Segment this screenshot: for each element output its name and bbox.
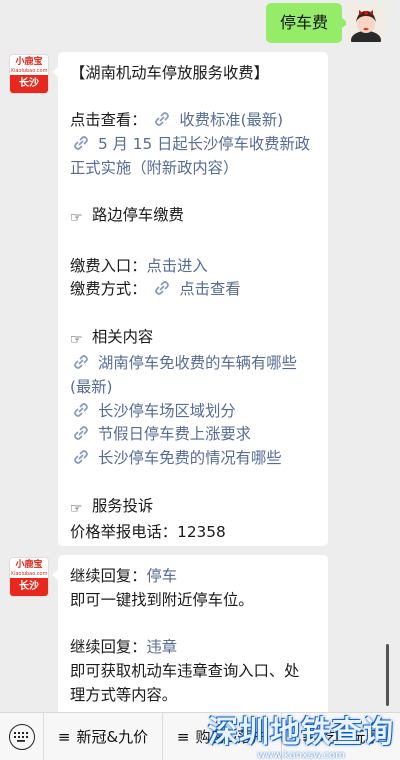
menu-list-icon: ≡ [176,727,190,746]
avatar-brand: 小鹿宝 [15,57,43,67]
scrollbar[interactable] [386,644,389,706]
pay-entry-link[interactable]: 点击进入 [147,257,208,275]
menu-item-label: 新冠&九价 [76,728,149,746]
avatar-city: 长沙 [10,75,48,93]
pay-entry-label: 缴费入口： [70,256,147,275]
menu-item-label: 吃喝玩乐 [320,728,381,746]
menu-item-label: 购房&落户 [195,728,268,746]
click-view-label: 点击查看： [70,111,147,130]
pointing-hand-icon: ☞ [70,210,83,227]
avatar-city: 长沙 [10,578,48,596]
account-avatar[interactable]: 小鹿宝 Xiaolubao.com 长沙 [9,557,49,597]
reply1-desc: 即可一键找到附近停车位。 [70,590,254,609]
menu-list-icon: ≡ [301,727,315,746]
bottom-menu-bar: ≡ 新冠&九价 ≡ 购房&落户 ≡ 吃喝玩乐 [0,712,400,760]
user-message-row: 停车费 [0,2,400,46]
fee-info-message: 【湖南机动车停放服务收费】 点击查看： 收费标准(最新) 5 月 15 日起长沙… [52,52,328,546]
keyboard-icon [8,723,35,750]
reply2-keyword[interactable]: 违章 [147,638,178,656]
keyboard-toggle-button[interactable] [0,712,44,760]
avatar-domain: Xiaolubao.com [10,68,48,74]
related-link-1[interactable]: 湖南停车免收费的车辆有哪些 [70,352,316,376]
reply2-label: 继续回复： [70,638,147,657]
menu-item-entertainment[interactable]: ≡ 吃喝玩乐 [282,713,400,760]
pointing-hand-icon: ☞ [70,331,83,348]
related-link-4[interactable]: 长沙停车免费的情况有哪些 [70,447,316,471]
hotline-label: 价格举报电话： [70,523,178,542]
pay-method-label: 缴费方式： [70,280,147,299]
message-title: 【湖南机动车停放服务收费】 [70,64,269,82]
related-link-3[interactable]: 节假日停车费上涨要求 [70,423,316,447]
account-avatar[interactable]: 小鹿宝 Xiaolubao.com 长沙 [9,54,49,94]
section-roadside: 路边停车缴费 [92,206,184,225]
reply2-desc: 即可获取机动车违章查询入口、处 [70,661,300,680]
menu-item-housing[interactable]: ≡ 购房&落户 [163,712,282,760]
user-message-bubble[interactable]: 停车费 [265,3,349,43]
hotline-number[interactable]: 12358 [177,523,226,541]
reply1-keyword[interactable]: 停车 [147,567,178,585]
related-link-1-cont[interactable]: (最新) [70,376,316,400]
link-icon [74,450,88,465]
link-fee-standard[interactable]: 收费标准(最新) [151,111,283,129]
link-icon [74,426,88,441]
menu-item-vaccine[interactable]: ≡ 新冠&九价 [44,712,163,760]
link-may15[interactable]: 5 月 15 日起长沙停车收费新政 [70,133,316,157]
link-icon [74,355,88,370]
section-related: 相关内容 [92,327,154,346]
avatar-domain: Xiaolubao.com [10,571,48,577]
section-complaint: 服务投诉 [92,496,154,515]
link-may15-cont[interactable]: 正式实施（附新政内容） [70,157,316,181]
reply1-label: 继续回复： [70,567,147,585]
reply-tips-message: 继续回复：停车 即可一键找到附近停车位。 继续回复：违章 即可获取机动车违章查询… [52,555,328,712]
menu-list-icon: ≡ [57,727,71,746]
user-avatar[interactable] [346,2,386,42]
link-icon [74,136,88,150]
link-icon [74,402,88,417]
avatar-brand: 小鹿宝 [15,560,43,570]
related-link-2[interactable]: 长沙停车场区域划分 [70,400,316,424]
reply2-desc-cont: 理方式等内容。 [70,685,178,704]
link-icon [155,112,170,127]
chat-area[interactable]: 停车费 小鹿宝 Xiaolubao.com 长沙 【湖南机动车停放服务收费】 点击… [0,0,400,712]
link-icon [155,281,170,296]
pay-method-link[interactable]: 点击查看 [151,280,241,298]
pointing-hand-icon: ☞ [70,500,83,517]
